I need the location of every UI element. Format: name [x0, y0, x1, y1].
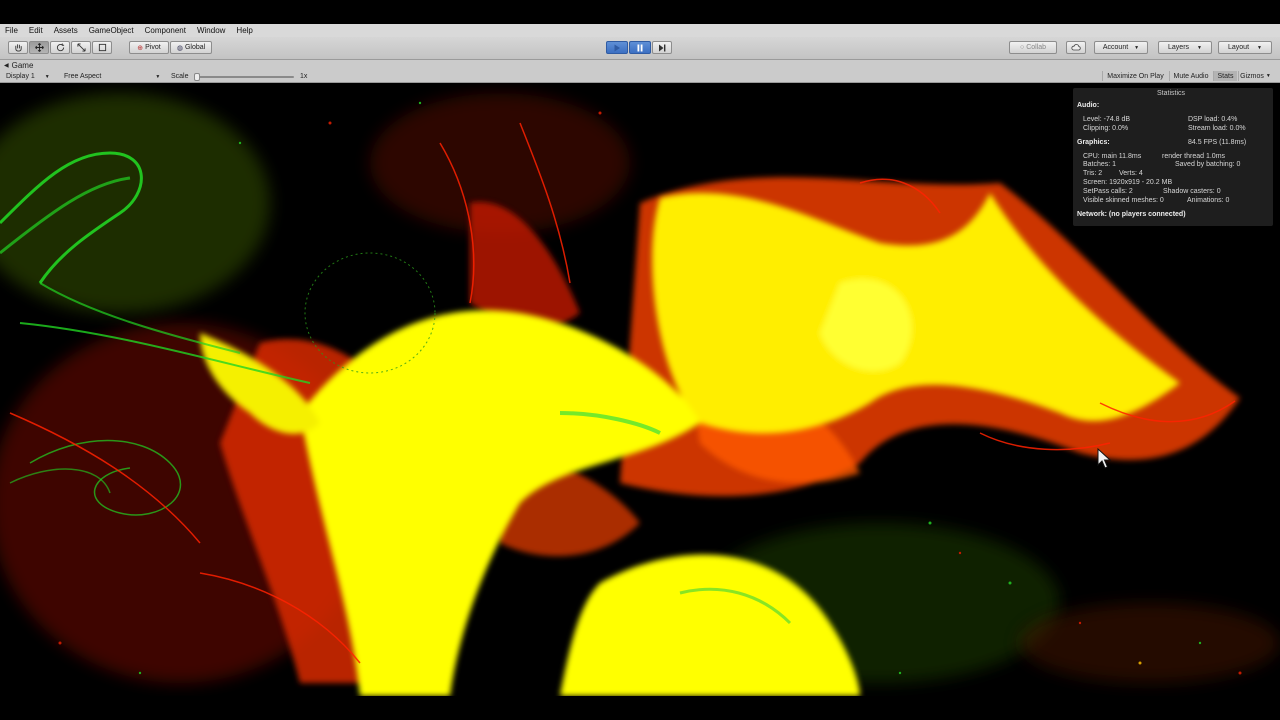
gizmos-label: Gizmos — [1240, 72, 1264, 80]
stats-setpass: SetPass calls: 2 — [1083, 188, 1133, 195]
stats-skinned-meshes: Visible skinned meshes: 0 — [1083, 197, 1164, 204]
stats-level: Level: -74.8 dB — [1083, 116, 1131, 123]
scale-tool-button[interactable] — [71, 41, 91, 54]
pivot-label: Pivot — [145, 44, 161, 51]
pause-button[interactable] — [629, 41, 651, 54]
menu-gameobject[interactable]: GameObject — [89, 26, 134, 35]
maximize-on-play-toggle[interactable]: Maximize On Play — [1102, 71, 1168, 81]
rotate-tool-button[interactable] — [50, 41, 70, 54]
aspect-dropdown[interactable]: Free Aspect ▼ — [64, 72, 160, 81]
global-label: Global — [184, 44, 206, 51]
stats-screen: Screen: 1920x919 - 20.2 MB — [1083, 179, 1173, 186]
step-icon — [659, 44, 666, 51]
gizmos-dropdown[interactable]: Gizmos ▼ — [1238, 71, 1272, 81]
menu-component[interactable]: Component — [145, 26, 186, 35]
rotate-icon — [56, 43, 64, 52]
statistics-panel: Statistics Audio: Level: -74.8 dB Clippi… — [1073, 88, 1273, 226]
scale-icon — [76, 43, 86, 52]
rect-tool-button[interactable] — [92, 41, 112, 54]
cloud-button[interactable] — [1066, 41, 1086, 54]
stats-tris: Tris: 2 — [1083, 170, 1103, 177]
chevron-down-icon: ▼ — [1265, 73, 1271, 79]
chevron-down-icon: ▼ — [1197, 44, 1202, 51]
stats-cpu: CPU: main 11.8ms — [1083, 153, 1142, 160]
layout-label: Layout — [1228, 44, 1250, 51]
global-toggle[interactable]: ◍ Global — [170, 41, 212, 54]
play-button[interactable] — [606, 41, 628, 54]
stats-graphics-header: Graphics: — [1077, 139, 1110, 146]
move-icon — [34, 43, 44, 52]
menu-edit[interactable]: Edit — [29, 26, 43, 35]
stats-batches: Batches: 1 — [1083, 161, 1117, 168]
stats-dsp-load: DSP load: 0.4% — [1188, 116, 1238, 123]
stats-render-thread: render thread 1.0ms — [1162, 153, 1226, 160]
chevron-down-icon: ▼ — [44, 73, 50, 80]
display-dropdown[interactable]: Display 1 ▼ — [6, 72, 50, 81]
pivot-toggle[interactable]: ⊕ Pivot — [129, 41, 169, 54]
game-view-header: ◀ Game Display 1 ▼ Free Aspect ▼ Scale 1… — [0, 60, 1280, 83]
game-tab-label: Game — [11, 61, 34, 70]
aspect-label: Free Aspect — [64, 73, 102, 80]
stats-fps: 84.5 FPS (11.8ms) — [1188, 139, 1247, 146]
game-tab[interactable]: ◀ Game — [4, 61, 33, 70]
layers-dropdown[interactable]: Layers ▼ — [1158, 41, 1212, 54]
scale-slider-track[interactable] — [194, 76, 294, 78]
account-label: Account — [1102, 44, 1129, 51]
menu-file[interactable]: File — [5, 26, 18, 35]
scale-value: 1x — [300, 73, 308, 80]
rect-tool-icon — [98, 43, 106, 52]
main-toolbar: ⊕ Pivot ◍ Global ○ Collab Account ▼ Layers ▼ … — [0, 37, 1280, 60]
stats-toggle[interactable]: Stats — [1213, 71, 1237, 81]
collab-button[interactable]: ○ Collab — [1009, 41, 1057, 54]
letterbox-top — [0, 0, 1280, 24]
menu-bar: File Edit Assets GameObject Component Wi… — [0, 24, 1280, 37]
play-icon — [614, 44, 620, 51]
move-tool-button[interactable] — [29, 41, 49, 54]
stats-shadow-casters: Shadow casters: 0 — [1163, 188, 1221, 195]
chevron-down-icon: ▼ — [1134, 44, 1140, 51]
mouse-cursor-icon — [1097, 447, 1112, 475]
layers-label: Layers — [1168, 44, 1190, 51]
letterbox-bottom — [0, 696, 1280, 720]
stats-audio-header: Audio: — [1077, 102, 1100, 109]
stats-animations: Animations: 0 — [1187, 197, 1230, 204]
stats-stream-load: Stream load: 0.0% — [1188, 125, 1246, 132]
chevron-down-icon: ▼ — [1257, 44, 1262, 51]
cloud-icon — [1071, 44, 1081, 51]
menu-help[interactable]: Help — [236, 26, 252, 35]
pause-icon — [637, 44, 643, 51]
mute-audio-toggle[interactable]: Mute Audio — [1169, 71, 1212, 81]
step-button[interactable] — [652, 41, 672, 54]
menu-window[interactable]: Window — [197, 26, 225, 35]
menu-assets[interactable]: Assets — [54, 26, 78, 35]
chevron-down-icon: ▼ — [155, 73, 161, 80]
scale-slider-handle[interactable] — [194, 73, 200, 81]
hand-tool-button[interactable] — [8, 41, 28, 54]
stats-saved-batching: Saved by batching: 0 — [1175, 161, 1241, 168]
hand-icon — [14, 44, 22, 52]
stats-network: Network: (no players connected) — [1077, 211, 1186, 218]
display-label: Display 1 — [6, 73, 35, 80]
stats-clipping: Clipping: 0.0% — [1083, 125, 1129, 132]
scale-label: Scale — [171, 73, 189, 80]
game-tab-icon: ◀ — [4, 63, 9, 69]
account-dropdown[interactable]: Account ▼ — [1094, 41, 1148, 54]
stats-verts: Verts: 4 — [1119, 170, 1143, 177]
collab-label: Collab — [1026, 44, 1047, 51]
layout-dropdown[interactable]: Layout ▼ — [1218, 41, 1272, 54]
stats-title: Statistics — [1157, 90, 1186, 97]
